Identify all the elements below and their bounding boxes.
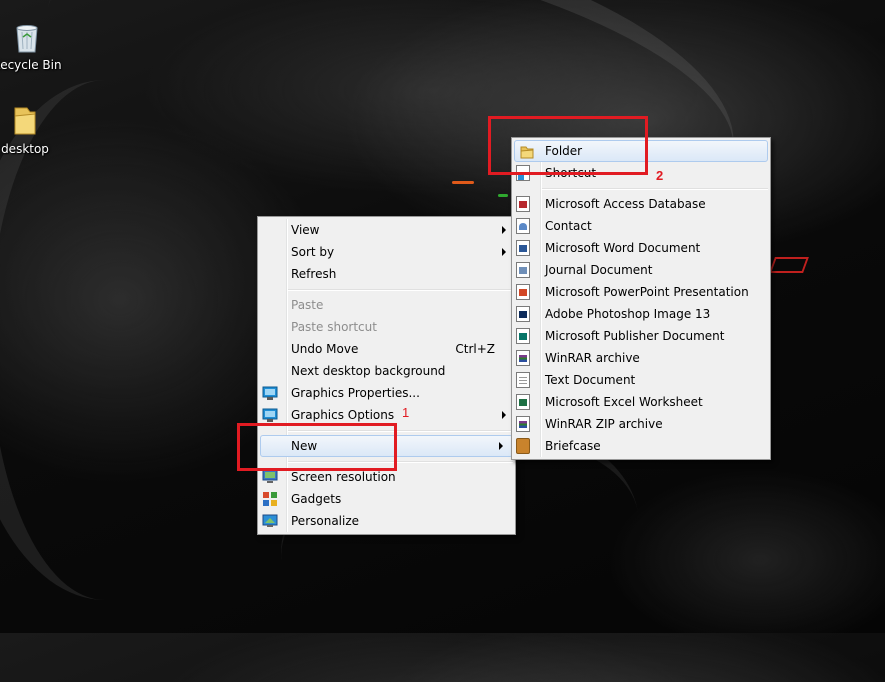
menu-item-label: Text Document (545, 373, 636, 387)
access-icon (516, 196, 530, 212)
folder-icon (14, 107, 36, 135)
winrar-zip-icon (516, 416, 530, 432)
desktop-icon-recycle-bin[interactable]: Recycle Bin (0, 22, 62, 72)
wallpaper-light (498, 194, 508, 197)
menu-item-shortcut: Ctrl+Z (455, 342, 495, 356)
submenu-arrow-icon (502, 411, 506, 419)
submenu-item-publisher-document[interactable]: Microsoft Publisher Document (512, 325, 770, 347)
graphics-icon (262, 386, 278, 400)
gadgets-icon (263, 492, 277, 506)
personalize-icon (262, 514, 278, 527)
menu-item-label: Graphics Properties... (291, 386, 420, 400)
text-icon (516, 372, 530, 388)
submenu-arrow-icon (499, 442, 503, 450)
photoshop-icon (516, 306, 530, 322)
publisher-icon (516, 328, 530, 344)
annotation-step-2: 2 (656, 168, 664, 183)
excel-icon (516, 394, 530, 410)
submenu-item-contact[interactable]: Contact (512, 215, 770, 237)
submenu-item-word-document[interactable]: Microsoft Word Document (512, 237, 770, 259)
menu-item-label: Journal Document (545, 263, 653, 277)
annotation-box-new (237, 423, 397, 471)
menu-item-label: Gadgets (291, 492, 342, 506)
menu-item-next-desktop-background[interactable]: Next desktop background (258, 360, 515, 382)
monitor-icon (262, 469, 278, 483)
submenu-arrow-icon (502, 248, 506, 256)
submenu-item-winrar-archive[interactable]: WinRAR archive (512, 347, 770, 369)
menu-item-label: Screen resolution (291, 470, 396, 484)
menu-item-label: Briefcase (545, 439, 601, 453)
menu-item-label: Microsoft Word Document (545, 241, 701, 255)
journal-icon (516, 262, 530, 278)
menu-item-label: WinRAR ZIP archive (545, 417, 663, 431)
menu-item-label: Contact (545, 219, 592, 233)
submenu-item-journal-document[interactable]: Journal Document (512, 259, 770, 281)
menu-item-label: View (291, 223, 320, 237)
menu-item-label: Refresh (291, 267, 337, 281)
menu-item-sort-by[interactable]: Sort by (258, 241, 515, 263)
submenu-item-text-document[interactable]: Text Document (512, 369, 770, 391)
submenu-item-powerpoint-presentation[interactable]: Microsoft PowerPoint Presentation (512, 281, 770, 303)
contact-icon (516, 218, 530, 234)
menu-item-label: Personalize (291, 514, 360, 528)
annotation-step-1: 1 (402, 405, 410, 420)
menu-item-label: Sort by (291, 245, 335, 259)
menu-item-label: Microsoft Excel Worksheet (545, 395, 703, 409)
submenu-item-briefcase[interactable]: Briefcase (512, 435, 770, 457)
desktop-icon-label: Recycle Bin (0, 58, 62, 72)
menu-item-personalize[interactable]: Personalize (258, 510, 515, 532)
submenu-item-photoshop-image[interactable]: Adobe Photoshop Image 13 (512, 303, 770, 325)
recycle-bin-icon (16, 25, 38, 53)
annotation-box-folder (488, 116, 648, 175)
briefcase-icon (516, 438, 530, 454)
wallpaper-accent (769, 257, 809, 273)
menu-item-label: Microsoft Access Database (545, 197, 706, 211)
menu-item-paste[interactable]: Paste (258, 294, 515, 316)
new-submenu: Folder Shortcut Microsoft Access Databas… (511, 137, 771, 460)
menu-item-label: Next desktop background (291, 364, 446, 378)
menu-item-label: Paste shortcut (291, 320, 377, 334)
menu-separator (288, 289, 513, 291)
wallpaper-sweep (0, 80, 250, 600)
powerpoint-icon (516, 284, 530, 300)
menu-item-label: Undo Move (291, 342, 359, 356)
menu-item-label: Graphics Options (291, 408, 395, 422)
menu-item-refresh[interactable]: Refresh (258, 263, 515, 285)
menu-item-graphics-properties[interactable]: Graphics Properties... (258, 382, 515, 404)
menu-item-label: WinRAR archive (545, 351, 640, 365)
submenu-item-excel-worksheet[interactable]: Microsoft Excel Worksheet (512, 391, 770, 413)
winrar-icon (516, 350, 530, 366)
submenu-item-access-database[interactable]: Microsoft Access Database (512, 193, 770, 215)
menu-separator (542, 188, 768, 190)
menu-item-label: Microsoft Publisher Document (545, 329, 725, 343)
menu-item-gadgets[interactable]: Gadgets (258, 488, 515, 510)
menu-item-undo-move[interactable]: Undo Move Ctrl+Z (258, 338, 515, 360)
submenu-arrow-icon (502, 226, 506, 234)
wallpaper-light (452, 181, 474, 184)
graphics-icon (262, 408, 278, 422)
menu-item-view[interactable]: View (258, 219, 515, 241)
menu-item-label: Adobe Photoshop Image 13 (545, 307, 711, 321)
desktop-icon-folder[interactable]: desktop (0, 104, 60, 156)
word-icon (516, 240, 530, 256)
menu-item-label: Microsoft PowerPoint Presentation (545, 285, 749, 299)
desktop-icon-label: desktop (1, 142, 49, 156)
desktop-context-menu: View Sort by Refresh Paste Paste shortcu… (257, 216, 516, 535)
submenu-item-winrar-zip-archive[interactable]: WinRAR ZIP archive (512, 413, 770, 435)
menu-item-paste-shortcut[interactable]: Paste shortcut (258, 316, 515, 338)
menu-item-label: Paste (291, 298, 324, 312)
